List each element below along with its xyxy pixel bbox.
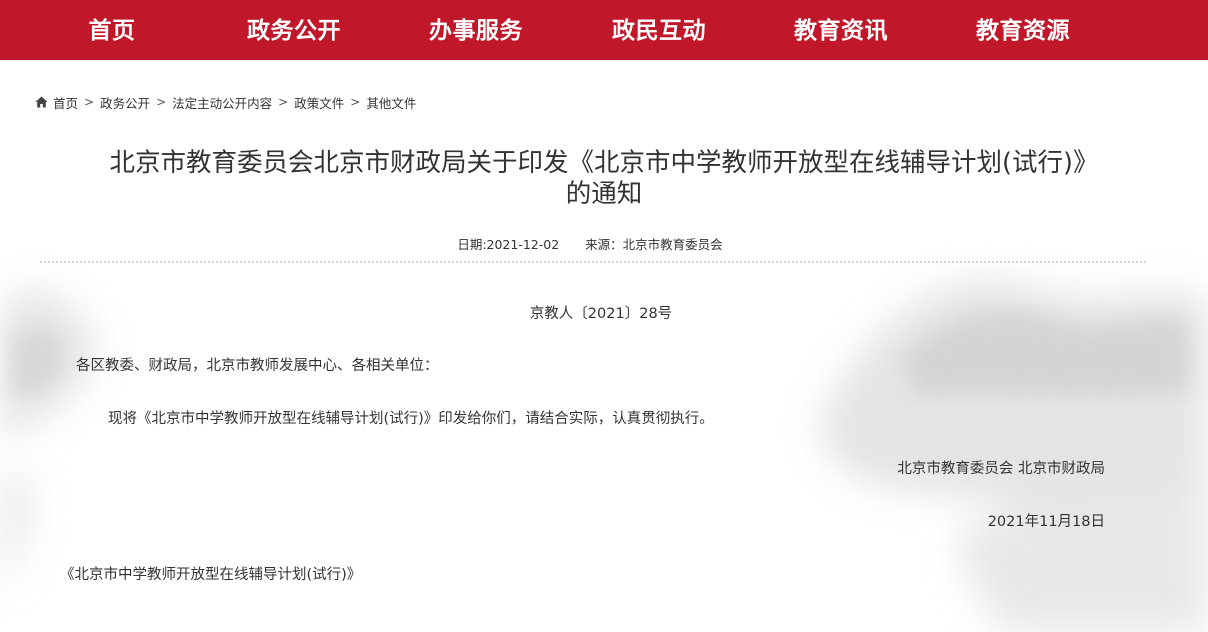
top-navigation-bar: 首页 政务公开 办事服务 政民互动 教育资讯 教育资源 — [0, 0, 1208, 60]
signature-date: 2021年11月18日 — [987, 514, 1105, 530]
breadcrumb-separator: > — [278, 95, 289, 109]
document-number: 京教人〔2021〕28号 — [529, 306, 673, 322]
article-source: 来源：北京市教育委员会 — [585, 237, 723, 252]
home-icon — [35, 96, 48, 108]
breadcrumb-item-statutory-content[interactable]: 法定主动公开内容 — [172, 93, 272, 112]
article-title: 北京市教育委员会北京市财政局关于印发《北京市中学教师开放型在线辅导计划(试行)》… — [40, 148, 1168, 210]
article-meta: 日期:2021-12-02 来源：北京市教育委员会 — [0, 234, 1180, 253]
addressee: 各区教委、财政局，北京市教师发展中心、各相关单位： — [76, 358, 439, 374]
publish-date: 日期:2021-12-02 — [457, 237, 560, 252]
nav-item-interaction[interactable]: 政民互动 — [594, 0, 724, 60]
nav-item-home[interactable]: 首页 — [62, 0, 162, 60]
breadcrumb-item-government-affairs[interactable]: 政务公开 — [100, 93, 150, 112]
body-paragraph: 现将《北京市中学教师开放型在线辅导计划(试行)》印发给你们，请结合实际，认真贯彻… — [108, 411, 714, 427]
attachment-link[interactable]: 《北京市中学教师开放型在线辅导计划(试行)》 — [60, 563, 361, 584]
breadcrumb-separator: > — [350, 95, 361, 109]
breadcrumb-item-policy-documents[interactable]: 政策文件 — [294, 93, 344, 112]
breadcrumb: 首页 > 政务公开 > 法定主动公开内容 > 政策文件 > 其他文件 — [35, 92, 416, 112]
nav-item-government-affairs[interactable]: 政务公开 — [229, 0, 359, 60]
article-title-line-1: 北京市教育委员会北京市财政局关于印发《北京市中学教师开放型在线辅导计划(试行)》 — [109, 148, 1099, 178]
breadcrumb-separator: > — [156, 95, 167, 109]
nav-item-education-news[interactable]: 教育资讯 — [776, 0, 906, 60]
breadcrumb-separator: > — [84, 95, 95, 109]
article-title-line-2: 的通知 — [565, 179, 643, 209]
breadcrumb-item-other-documents[interactable]: 其他文件 — [366, 93, 416, 112]
breadcrumb-item-home[interactable]: 首页 — [53, 93, 78, 112]
nav-item-education-resources[interactable]: 教育资源 — [958, 0, 1088, 60]
signature-organizations: 北京市教育委员会 北京市财政局 — [897, 461, 1105, 477]
nav-item-services[interactable]: 办事服务 — [411, 0, 541, 60]
title-divider — [40, 261, 1146, 263]
ink-mountain-background — [0, 280, 1208, 632]
